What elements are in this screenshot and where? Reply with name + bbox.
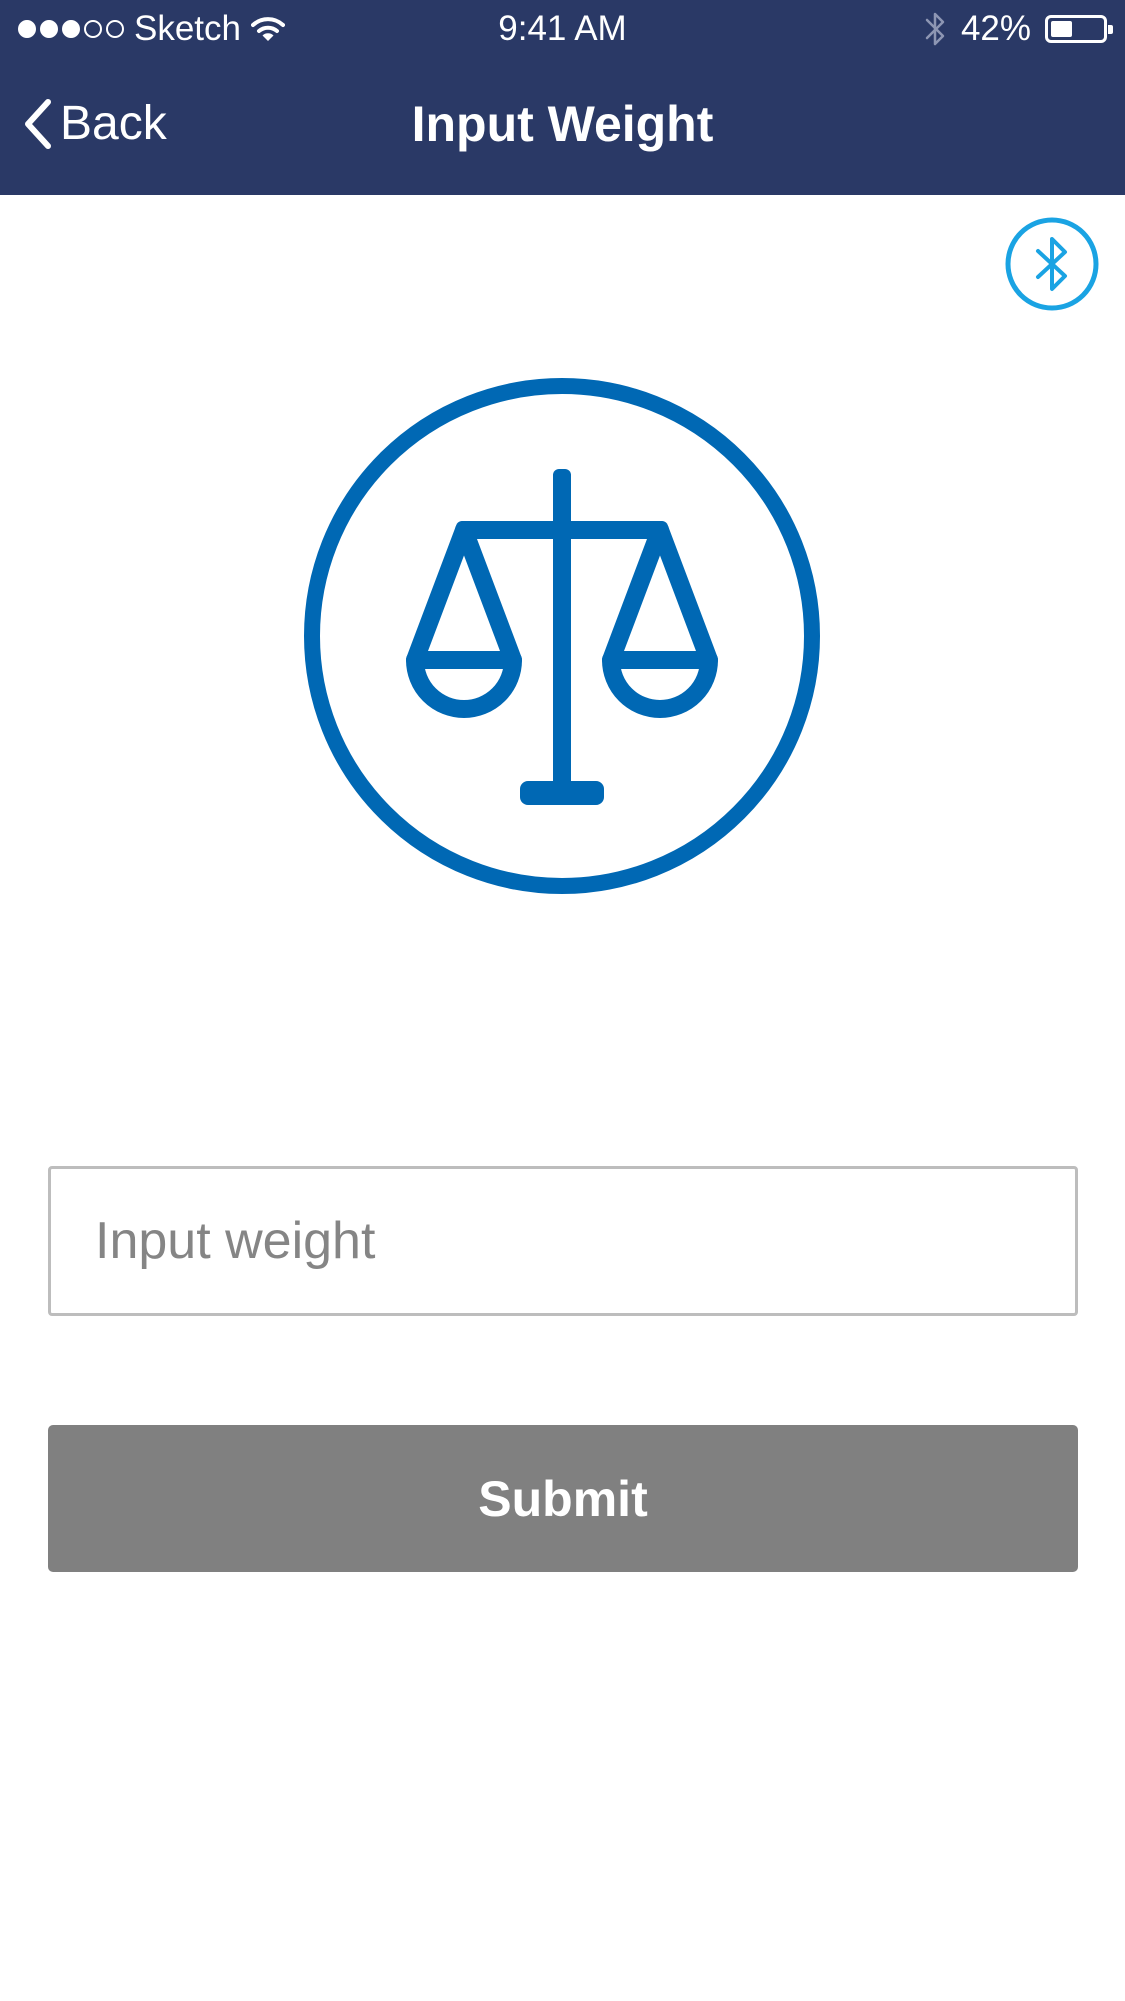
- scale-emblem: [302, 376, 822, 896]
- bluetooth-status-icon: [925, 12, 945, 46]
- nav-bar: Back Input Weight: [0, 58, 1125, 195]
- bluetooth-button[interactable]: [1004, 216, 1100, 312]
- status-bar: Sketch 9:41 AM 42%: [0, 0, 1125, 58]
- battery-nub: [1108, 25, 1113, 34]
- header: Sketch 9:41 AM 42% Back Input Weight: [0, 0, 1125, 195]
- submit-button[interactable]: Submit: [48, 1425, 1078, 1572]
- battery-icon: [1045, 15, 1113, 43]
- balance-scale-icon: [304, 378, 820, 894]
- status-right: 42%: [925, 6, 1113, 52]
- battery-level: [1051, 21, 1072, 37]
- input-weight-screen: Sketch 9:41 AM 42% Back Input Weight Inp…: [0, 0, 1125, 2001]
- page-title: Input Weight: [411, 96, 714, 152]
- bluetooth-icon: [1005, 217, 1099, 311]
- battery-percent: 42%: [960, 9, 1031, 48]
- weight-input[interactable]: [48, 1166, 1078, 1316]
